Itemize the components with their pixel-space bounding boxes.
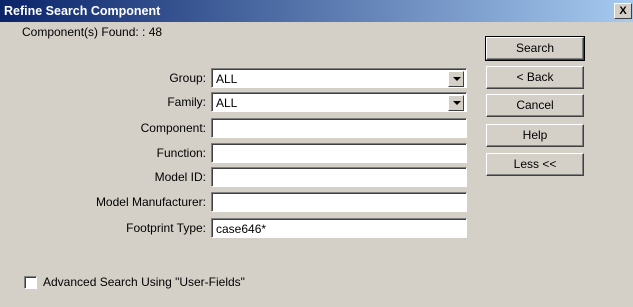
cancel-button[interactable]: Cancel bbox=[486, 94, 584, 117]
component-label: Component: bbox=[140, 121, 206, 135]
close-button[interactable]: X bbox=[614, 3, 632, 19]
group-label: Group: bbox=[169, 71, 206, 85]
components-found-text: Component(s) Found: : 48 bbox=[22, 25, 163, 39]
family-label: Family: bbox=[167, 95, 206, 109]
function-label: Function: bbox=[156, 146, 206, 160]
family-value: ALL bbox=[216, 96, 238, 110]
function-input[interactable] bbox=[211, 143, 467, 163]
family-select[interactable]: ALL bbox=[211, 92, 467, 112]
help-button[interactable]: Help bbox=[486, 124, 584, 147]
advanced-search-label[interactable]: Advanced Search Using "User-Fields" bbox=[43, 275, 245, 289]
search-button[interactable]: Search bbox=[485, 36, 585, 61]
footprint-type-input[interactable]: case646* bbox=[211, 218, 467, 238]
chevron-down-icon[interactable] bbox=[448, 71, 464, 87]
less-button[interactable]: Less << bbox=[486, 153, 584, 176]
close-icon: X bbox=[619, 5, 627, 17]
title-bar: Refine Search Component X bbox=[0, 0, 633, 22]
model-id-input[interactable] bbox=[211, 167, 467, 187]
group-select[interactable]: ALL bbox=[211, 68, 467, 88]
footprint-type-label: Footprint Type: bbox=[126, 221, 206, 235]
window-title: Refine Search Component bbox=[4, 4, 161, 18]
group-value: ALL bbox=[216, 72, 238, 86]
model-id-label: Model ID: bbox=[154, 170, 206, 184]
model-manufacturer-input[interactable] bbox=[211, 192, 467, 212]
component-input[interactable] bbox=[211, 118, 467, 138]
chevron-down-icon[interactable] bbox=[448, 95, 464, 111]
back-button[interactable]: < Back bbox=[486, 66, 584, 89]
advanced-search-checkbox[interactable] bbox=[24, 276, 37, 289]
model-manufacturer-label: Model Manufacturer: bbox=[95, 195, 206, 209]
